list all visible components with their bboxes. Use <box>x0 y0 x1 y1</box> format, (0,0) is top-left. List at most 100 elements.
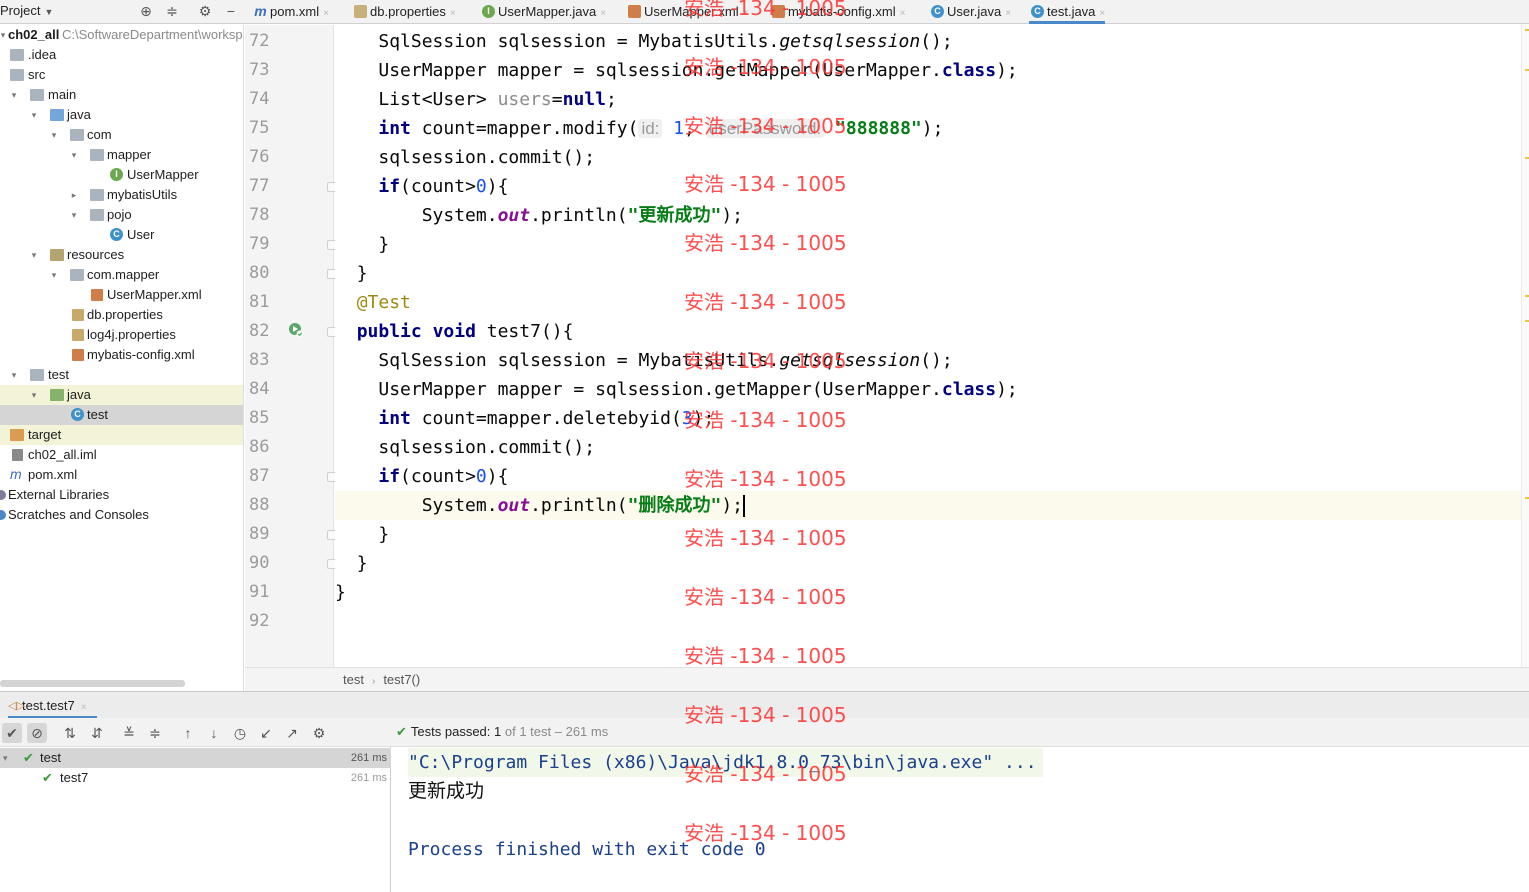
tree-item[interactable]: .idea <box>0 45 243 65</box>
tree-item-root[interactable]: ▾ ch02_all C:\SoftwareDepartment\worksp <box>0 25 243 45</box>
tree-item[interactable]: log4j.properties <box>0 325 243 345</box>
breadcrumb: test › test7() <box>245 667 1529 691</box>
chevron-down-icon[interactable]: ▾ <box>29 105 39 125</box>
expand-all-icon[interactable]: ≚ <box>119 723 139 743</box>
tree-item[interactable]: db.properties <box>0 305 243 325</box>
warning-marker[interactable] <box>1525 320 1529 322</box>
tree-item[interactable]: Scratches and Consoles <box>0 505 243 525</box>
chevron-down-icon[interactable]: ▾ <box>29 385 39 405</box>
tree-item[interactable]: I UserMapper <box>0 165 243 185</box>
tree-item-label: com.mapper <box>87 267 160 282</box>
chevron-down-icon[interactable]: ▾ <box>29 245 39 265</box>
tab-usermapper-xml[interactable]: UserMapper.xml × <box>626 0 748 24</box>
tree-item[interactable]: UserMapper.xml <box>0 285 243 305</box>
tab-user-java[interactable]: C User.java × <box>929 0 1011 24</box>
line-number: 81 <box>249 292 270 312</box>
chevron-down-icon[interactable]: ▾ <box>69 145 79 165</box>
warning-marker[interactable] <box>1525 497 1529 499</box>
gear-icon[interactable]: ⚙ <box>196 2 214 20</box>
arrow-down-icon[interactable]: ↓ <box>204 723 224 743</box>
close-icon[interactable]: × <box>1005 8 1011 19</box>
chevron-down-icon[interactable]: ▾ <box>9 365 19 385</box>
warning-marker[interactable] <box>1525 69 1529 71</box>
gear-icon[interactable]: ⚙ <box>309 723 329 743</box>
tree-item-label: ch02_all <box>8 27 60 42</box>
chevron-down-icon[interactable]: ▾ <box>3 748 8 768</box>
tab-db-properties[interactable]: db.properties × <box>352 0 456 24</box>
locate-icon[interactable]: ⊕ <box>137 2 155 20</box>
error-stripe[interactable] <box>1521 25 1529 667</box>
tab-mybatis-config-xml[interactable]: mybatis-config.xml × <box>770 0 905 24</box>
close-icon[interactable]: × <box>323 8 329 19</box>
sort-alpha-icon[interactable]: ⇅ <box>60 723 80 743</box>
history-icon[interactable]: ◷ <box>230 723 250 743</box>
tab-usermapper-java[interactable]: I UserMapper.java × <box>480 0 606 24</box>
collapse-all-icon[interactable]: ≑ <box>145 723 165 743</box>
test-runner-toolbar: ✔ ⊘ ⇅ ⇵ ≚ ≑ ↑ ↓ ◷ ↙ ↗ ⚙ ✔ Tests passed: 1… <box>0 718 1529 747</box>
chevron-down-icon[interactable]: ▾ <box>49 265 59 285</box>
tree-item[interactable]: ▾ com.mapper <box>0 265 243 285</box>
tree-item[interactable]: ▾ pojo <box>0 205 243 225</box>
export-tests-icon[interactable]: ↗ <box>282 723 302 743</box>
line-number: 75 <box>249 118 270 138</box>
arrow-up-icon[interactable]: ↑ <box>178 723 198 743</box>
tree-item-label: pojo <box>107 207 132 222</box>
line-number: 91 <box>249 582 270 602</box>
show-ignored-icon[interactable]: ⊘ <box>27 723 47 743</box>
tab-label: test.java <box>1047 4 1096 19</box>
breadcrumb-class[interactable]: test <box>343 672 364 687</box>
tree-item[interactable]: ▾ main <box>0 85 243 105</box>
chevron-down-icon[interactable]: ▾ <box>49 125 59 145</box>
tree-item[interactable]: mybatis-config.xml <box>0 345 243 365</box>
warning-marker[interactable] <box>1525 29 1529 31</box>
collapse-all-icon[interactable]: ≑ <box>163 2 181 20</box>
close-icon[interactable]: × <box>1099 8 1105 19</box>
chevron-right-icon[interactable]: ▸ <box>69 185 79 205</box>
tree-item[interactable]: External Libraries <box>0 485 243 505</box>
tree-item[interactable]: ▸ mybatisUtils <box>0 185 243 205</box>
status-count: 1 <box>494 724 502 739</box>
close-icon[interactable]: × <box>450 8 456 19</box>
tree-item[interactable]: ch02_all.iml <box>0 445 243 465</box>
folder-icon <box>70 269 84 281</box>
tree-item-selected[interactable]: C test <box>0 405 243 425</box>
code-editor[interactable]: SqlSession sqlsession = MybatisUtils.get… <box>335 25 1521 667</box>
chevron-down-icon[interactable]: ▾ <box>9 85 19 105</box>
close-icon[interactable]: × <box>81 702 87 713</box>
test-suite-row[interactable]: ▾ ✔ test 261 ms <box>0 748 391 768</box>
tree-item[interactable]: target <box>0 425 243 445</box>
minimize-icon[interactable]: − <box>222 2 240 20</box>
warning-marker[interactable] <box>1525 295 1529 297</box>
horizontal-scrollbar[interactable] <box>0 680 185 687</box>
close-icon[interactable]: × <box>600 8 606 19</box>
breadcrumb-method[interactable]: test7() <box>383 672 420 687</box>
chevron-down-icon[interactable]: ▾ <box>0 25 8 45</box>
tree-item[interactable]: ▾ mapper <box>0 145 243 165</box>
run-tab[interactable]: ◁▷ test.test7 × <box>8 696 97 719</box>
test-case-row[interactable]: ✔ test7 261 ms <box>0 768 391 788</box>
sort-duration-icon[interactable]: ⇵ <box>87 723 107 743</box>
tree-item[interactable]: ▾ test <box>0 365 243 385</box>
tree-item[interactable]: ▾ resources <box>0 245 243 265</box>
console-output[interactable]: "C:\Program Files (x86)\Java\jdk1.8.0_73… <box>392 747 1529 892</box>
tab-test-java[interactable]: Ctest.java × <box>1029 0 1106 24</box>
tab-pom-xml[interactable]: m pom.xml × <box>252 0 329 24</box>
tree-item[interactable]: ▾ java <box>0 105 243 125</box>
tree-item[interactable]: C User <box>0 225 243 245</box>
import-tests-icon[interactable]: ↙ <box>256 723 276 743</box>
show-passed-icon[interactable]: ✔ <box>2 723 22 743</box>
line-number: 82 <box>249 321 270 341</box>
warning-marker[interactable] <box>1525 157 1529 159</box>
line-number: 83 <box>249 350 270 370</box>
tree-item[interactable]: m pom.xml <box>0 465 243 485</box>
tree-item[interactable]: ▾ java <box>0 385 243 405</box>
resources-folder-icon <box>50 249 64 261</box>
tree-item[interactable]: ▾ com <box>0 125 243 145</box>
project-view-selector[interactable]: Project ▼ <box>0 3 53 18</box>
close-icon[interactable]: × <box>900 8 906 19</box>
close-icon[interactable]: × <box>743 8 749 19</box>
tree-item[interactable]: src <box>0 65 243 85</box>
line-number: 76 <box>249 147 270 167</box>
chevron-down-icon[interactable]: ▾ <box>69 205 79 225</box>
run-test-icon[interactable] <box>288 322 304 338</box>
